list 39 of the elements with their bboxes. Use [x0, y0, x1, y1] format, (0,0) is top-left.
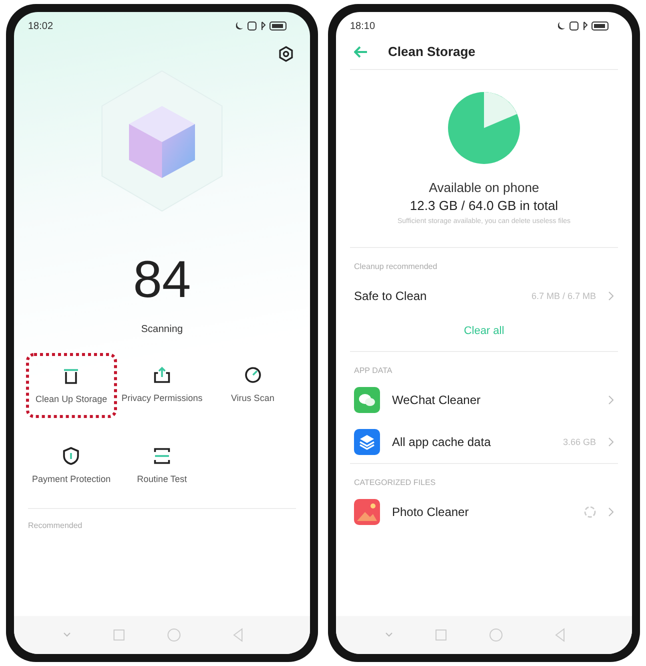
back-icon[interactable] — [354, 46, 368, 58]
layers-icon — [354, 429, 380, 455]
chevron-icon — [608, 291, 614, 301]
tool-button[interactable]: Clean Up Storage — [26, 353, 117, 418]
status-time: 18:10 — [350, 20, 376, 32]
storage-heading: Available on phone — [428, 180, 540, 195]
section-heading: APP DATA — [353, 365, 394, 377]
chevron-icon — [608, 437, 614, 447]
row-label: All app cache data — [392, 435, 492, 449]
list-row[interactable]: WeChat Cleaner — [336, 379, 632, 421]
list-row[interactable]: All app cache data 3.66 GB — [336, 421, 632, 463]
scan-icon — [152, 446, 172, 466]
tool-button[interactable]: Payment Protection — [26, 434, 117, 498]
row-value: 3.66 GB — [562, 437, 596, 447]
chat-bubbles-icon — [354, 387, 380, 413]
tool-button[interactable]: Privacy Permissions — [116, 353, 208, 418]
storage-amount: 12.3 GB / 64.0 GB in total — [408, 198, 560, 213]
row-value: 6.7 MB / 6.7 MB — [531, 291, 596, 301]
page-title: Clean Storage — [388, 44, 476, 59]
scanning-label: Scanning — [140, 324, 184, 335]
shield-icon — [61, 446, 82, 466]
row-label: Safe to Clean — [354, 289, 428, 303]
list-row[interactable]: Photo Cleaner — [336, 491, 632, 533]
chevron-icon — [608, 395, 614, 405]
score-number: 84 — [132, 250, 192, 310]
status-time: 18:02 — [28, 20, 54, 32]
row-label: Photo Cleaner — [392, 505, 470, 519]
tool-button[interactable]: Virus Scan — [207, 353, 298, 418]
share-icon — [152, 365, 172, 385]
row-label: WeChat Cleaner — [392, 393, 482, 407]
picture-icon — [354, 499, 380, 525]
chevron-icon — [608, 507, 614, 517]
section-heading: Cleanup recommended — [353, 261, 438, 273]
gauge-icon — [242, 365, 263, 385]
section-heading: Recommended — [27, 520, 84, 532]
tool-button[interactable]: Routine Test — [116, 434, 208, 498]
settings-icon[interactable] — [278, 46, 294, 62]
section-heading: CATEGORIZED FILES — [353, 477, 437, 489]
list-row[interactable]: Safe to Clean 6.7 MB / 6.7 MB — [336, 275, 632, 317]
